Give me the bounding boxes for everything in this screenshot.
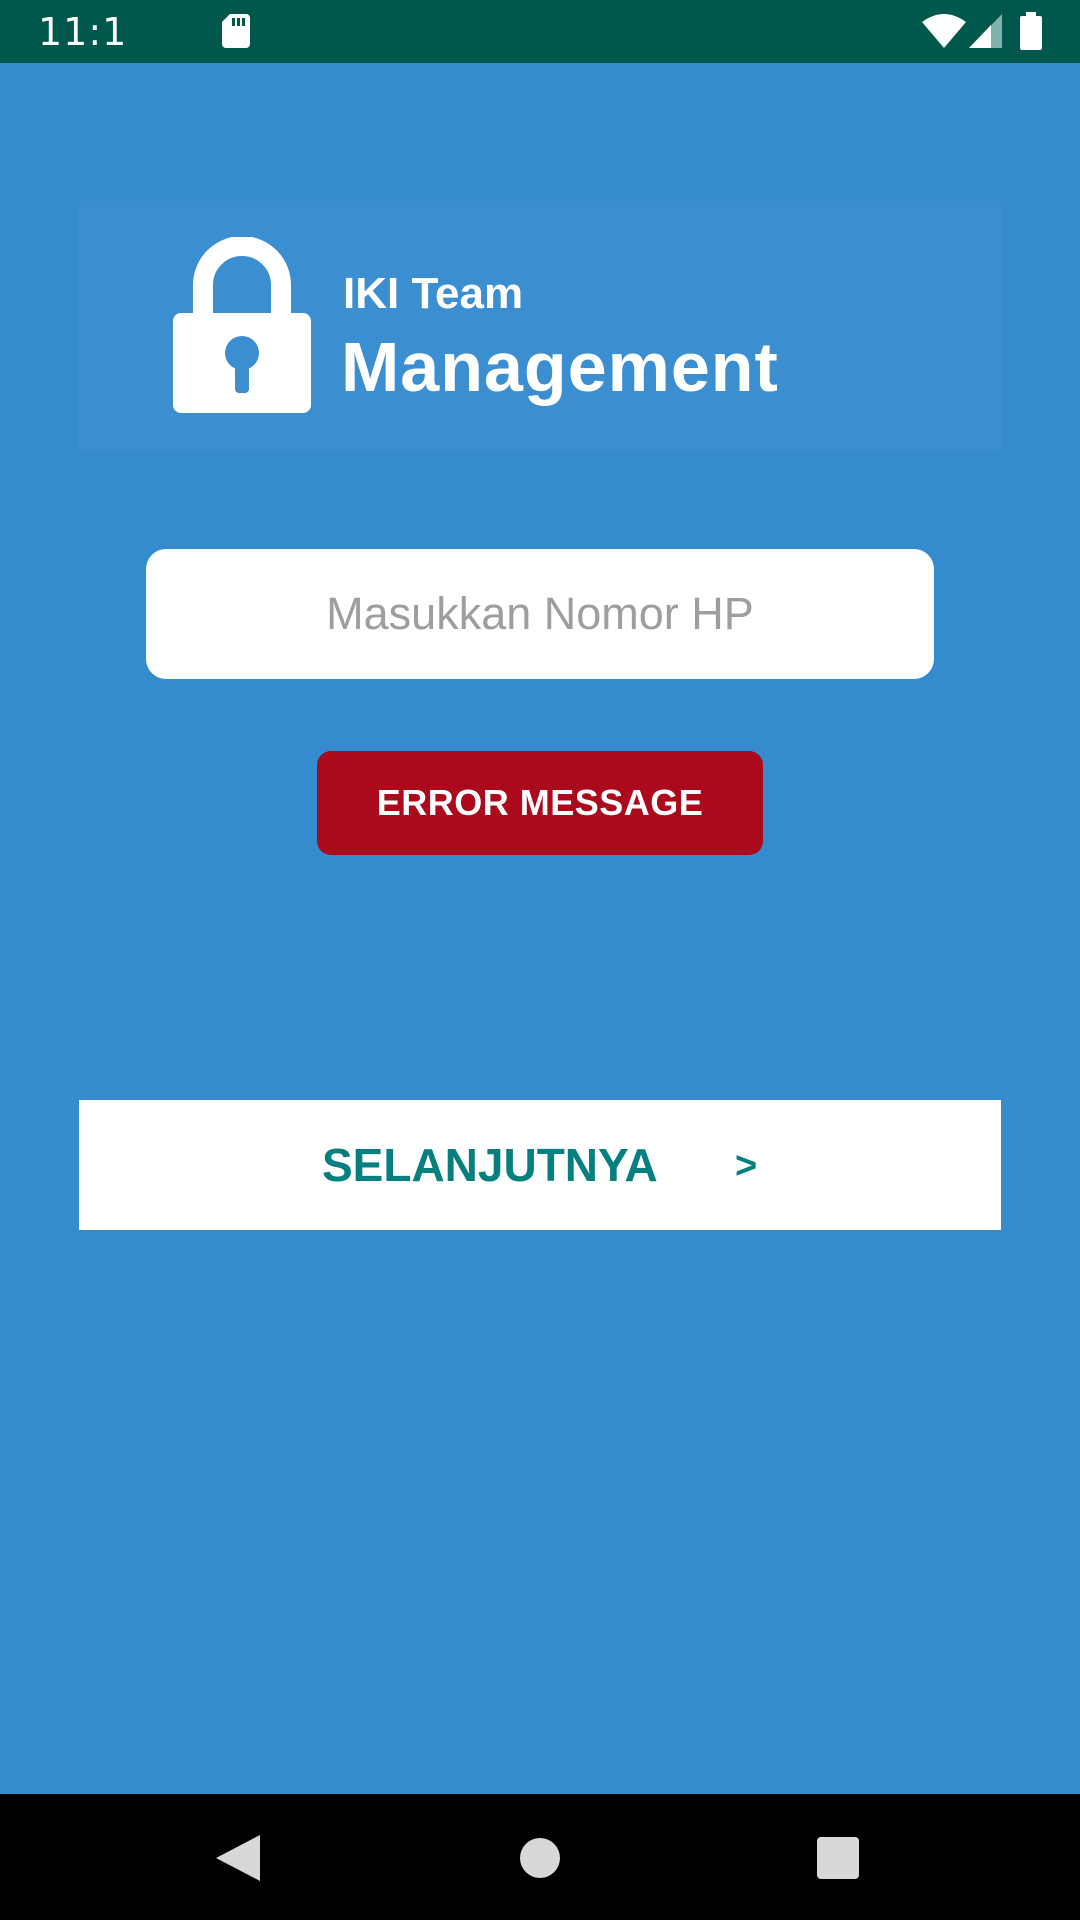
signal-icon [969, 14, 1002, 48]
next-button[interactable]: SELANJUTNYA > [79, 1100, 1001, 1230]
error-message-label: ERROR MESSAGE [376, 782, 704, 823]
wifi-icon [922, 14, 966, 48]
status-time: 11:1 [38, 10, 128, 54]
next-arrow-icon: > [735, 1145, 758, 1187]
phone-number-input[interactable] [146, 549, 934, 679]
sd-card-icon [222, 14, 250, 48]
logo-title-large: Management [341, 328, 779, 406]
battery-icon [1020, 12, 1042, 50]
error-message-button[interactable]: ERROR MESSAGE [317, 751, 763, 855]
lock-icon [173, 237, 311, 413]
logo-title-small: IKI Team [343, 269, 524, 318]
back-icon[interactable] [216, 1835, 260, 1881]
recents-icon[interactable] [817, 1837, 859, 1879]
home-icon[interactable] [519, 1837, 561, 1879]
app-logo: IKI Team Management [79, 201, 1001, 451]
login-screen: IKI Team Management ERROR MESSAGE SELANJ… [0, 63, 1080, 1794]
next-button-label: SELANJUTNYA [322, 1139, 658, 1191]
status-bar: 11:1 [0, 0, 1080, 63]
navigation-bar [0, 1794, 1080, 1920]
